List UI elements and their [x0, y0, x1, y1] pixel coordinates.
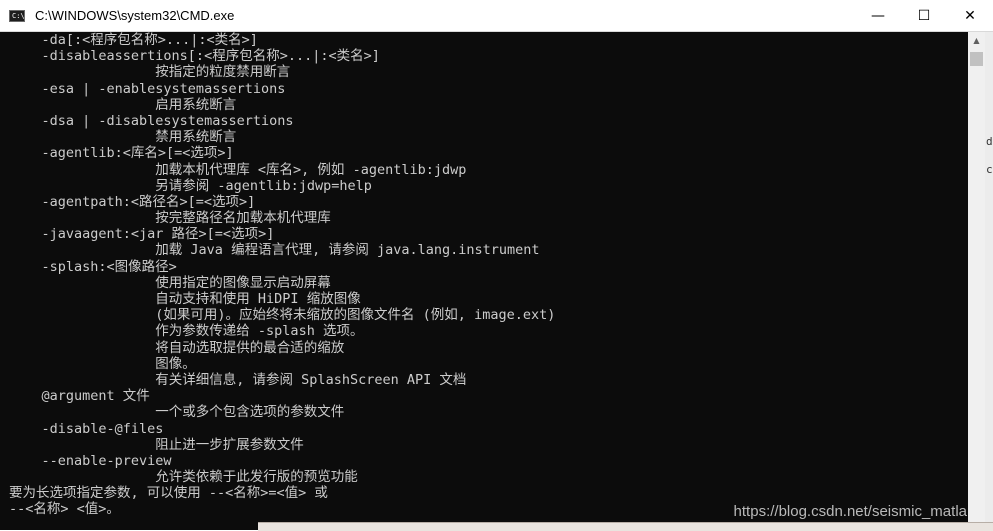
console-line: 按完整路径名加载本机代理库: [9, 210, 331, 227]
console-text: -da[:<程序包名称>...|:<类名>] -disableassertion…: [0, 32, 968, 518]
console-line: 使用指定的图像显示启动屏幕: [9, 274, 331, 291]
console-line: 阻止进一步扩展参数文件: [9, 436, 304, 453]
console-line: -da[:<程序包名称>...|:<类名>]: [9, 32, 258, 48]
console-line: 要为长选项指定参数, 可以使用 --<名称>=<值> 或: [9, 485, 328, 502]
edge-glyph-2: c: [986, 163, 993, 176]
watermark-url: https://blog.csdn.net/seismic_matla: [733, 503, 967, 520]
cmd-window: C:\ C:\WINDOWS\system32\CMD.exe — ☐ ✕ -d…: [0, 0, 993, 530]
console-line: (如果可用)。应始终将未缩放的图像文件名 (例如, image.ext): [9, 307, 556, 324]
console-line: -disableassertions[:<程序包名称>...|:<类名>]: [9, 48, 380, 65]
edge-glyph-1: d: [986, 135, 993, 148]
console-line: 另请参阅 -agentlib:jdwp=help: [9, 177, 372, 194]
window-title: C:\WINDOWS\system32\CMD.exe: [35, 8, 235, 23]
console-output[interactable]: -da[:<程序包名称>...|:<类名>] -disableassertion…: [0, 32, 968, 530]
cmd-app-icon[interactable]: C:\: [9, 9, 25, 22]
console-line: 允许类依赖于此发行版的预览功能: [9, 469, 358, 486]
console-line: 一个或多个包含选项的参数文件: [9, 404, 345, 421]
console-line: -agentpath:<路径名>[=<选项>]: [9, 193, 256, 210]
title-bar[interactable]: C:\ C:\WINDOWS\system32\CMD.exe — ☐ ✕: [0, 0, 993, 32]
console-line: -javaagent:<jar 路径>[=<选项>]: [9, 226, 275, 243]
console-line: 禁用系统断言: [9, 129, 237, 146]
cmd-icon-glyph: C:\: [12, 11, 25, 20]
console-line: @argument 文件: [9, 388, 150, 405]
close-button[interactable]: ✕: [947, 0, 993, 31]
window-controls: — ☐ ✕: [855, 0, 993, 31]
console-line: -esa | -enablesystemassertions: [9, 80, 286, 97]
scroll-thumb[interactable]: [970, 52, 983, 66]
console-line: -splash:<图像路径>: [9, 258, 177, 275]
console-line: 按指定的粒度禁用断言: [9, 64, 291, 81]
console-line: --enable-preview: [9, 452, 172, 469]
scroll-up-arrow-icon[interactable]: ▲: [968, 32, 985, 49]
minimize-button[interactable]: —: [855, 0, 901, 31]
vertical-scrollbar[interactable]: ▲: [968, 32, 985, 530]
console-line: -agentlib:<库名>[=<选项>]: [9, 145, 234, 162]
background-window-edge: d c: [985, 32, 993, 530]
console-line: -disable-@files: [9, 420, 164, 437]
console-line: -dsa | -disablesystemassertions: [9, 112, 294, 129]
console-line: 加载 Java 编程语言代理, 请参阅 java.lang.instrument: [9, 242, 540, 259]
console-line: 将自动选取提供的最合适的缩放: [9, 339, 345, 356]
console-line: 自动支持和使用 HiDPI 缩放图像: [9, 291, 361, 307]
console-line: 启用系统断言: [9, 96, 237, 113]
console-line: 加载本机代理库 <库名>, 例如 -agentlib:jdwp: [9, 161, 467, 178]
maximize-button[interactable]: ☐: [901, 0, 947, 31]
console-line: 作为参数传递给 -splash 选项。: [9, 323, 364, 340]
console-line: 图像。: [9, 355, 196, 372]
console-line: 有关详细信息, 请参阅 SplashScreen API 文档: [9, 371, 467, 388]
